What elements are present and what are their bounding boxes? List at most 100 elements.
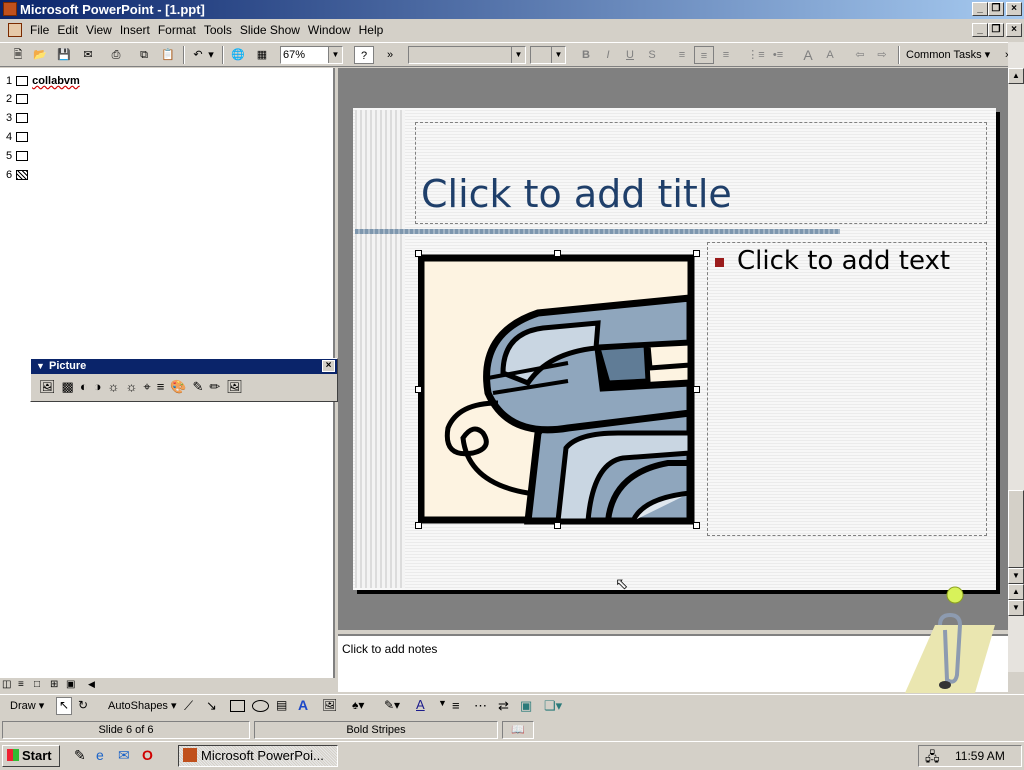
italic-icon[interactable]: I [598,46,618,64]
menu-window[interactable]: Window [304,20,355,41]
less-brightness-icon[interactable]: ☼ [125,379,143,394]
format-picture-icon[interactable]: ✎ [192,379,209,394]
menu-tools[interactable]: Tools [200,20,236,41]
previous-slide-icon[interactable]: ▲ [1008,584,1024,600]
decrease-font-icon[interactable]: A [820,46,840,64]
arrow-style-icon[interactable]: ⇄ [498,698,509,714]
draw-menu-button[interactable]: Draw ▾ [10,699,44,712]
numbering-icon[interactable]: ⋮≡ [746,46,766,64]
more-contrast-icon[interactable]: ◐ [80,379,94,394]
undo-icon[interactable]: ↶ [188,46,208,64]
crop-icon[interactable]: ⌖ [143,379,156,394]
toolbar-menu-icon[interactable]: ▼ [36,359,45,374]
reset-picture-icon[interactable]: 🖼 [226,379,249,394]
center-icon[interactable]: ≡ [694,46,714,64]
outline-view-icon[interactable]: ≡ [18,679,24,690]
resize-handle[interactable] [693,386,700,393]
notes-placeholder[interactable]: Click to add notes [342,642,437,656]
free-rotate-icon[interactable]: ↻ [78,698,88,712]
line-style-icon[interactable]: ≡ [157,379,171,394]
shadow-icon[interactable]: ▣ [520,698,532,714]
powerpoint-app-icon[interactable] [3,2,17,16]
copy-icon[interactable]: ⧉ [134,46,154,64]
font-color-icon[interactable]: A [416,697,425,712]
scroll-up-icon[interactable]: ▲ [1008,68,1024,84]
outline-row[interactable]: 6 [6,166,32,184]
more-brightness-icon[interactable]: ☼ [108,379,126,394]
align-right-icon[interactable]: ≡ [716,46,736,64]
slide-icon[interactable] [16,94,29,105]
text-placeholder[interactable] [707,242,987,536]
normal-view-icon[interactable]: ◫ [2,679,11,690]
resize-handle[interactable] [693,522,700,529]
next-slide-icon[interactable]: ▼ [1008,600,1024,616]
restore-button[interactable]: ❐ [988,2,1004,16]
hyperlink-icon[interactable]: 🌐 [228,46,248,64]
doc-close-button[interactable]: × [1006,23,1022,37]
document-icon[interactable] [8,23,22,37]
outline-row[interactable]: 4 [6,128,32,146]
slide-sorter-icon[interactable]: ⊞ [50,679,58,690]
fill-color-icon[interactable]: ♠▾ [352,698,364,712]
image-control-icon[interactable]: ▩ [62,379,80,394]
doc-minimize-button[interactable]: _ [972,23,988,37]
undo-dropdown-icon[interactable]: ▾ [206,46,216,64]
slide-icon[interactable] [16,76,29,87]
common-tasks-button[interactable]: Common Tasks ▾ [906,46,990,64]
show-desktop-icon[interactable]: ✎ [74,747,86,764]
rectangle-icon[interactable] [230,700,245,712]
email-icon[interactable]: ✉ [78,46,98,64]
open-icon[interactable]: 📂 [30,46,50,64]
outline-row[interactable]: 3 [6,109,32,127]
print-icon[interactable]: ⎙ [106,46,126,64]
more-buttons-icon[interactable]: » [384,46,396,64]
slide-view-icon[interactable]: □ [34,679,40,690]
slide-title[interactable]: collabvm [32,75,80,87]
clock[interactable]: 11:59 AM [955,749,1005,763]
help-icon[interactable]: ? [354,46,374,64]
menu-edit[interactable]: Edit [53,20,82,41]
arrow-icon[interactable]: ↘ [206,698,217,714]
increase-font-icon[interactable]: A [798,46,818,64]
paste-icon[interactable]: 📋 [158,46,178,64]
resize-handle[interactable] [554,522,561,529]
select-arrow-icon[interactable]: ↖ [56,697,72,715]
resize-handle[interactable] [554,250,561,257]
slide-icon[interactable] [16,151,29,162]
underline-icon[interactable]: U [620,46,640,64]
spelling-status-icon[interactable]: 📖 [502,721,534,739]
doc-restore-button[interactable]: ❐ [988,23,1004,37]
resize-handle[interactable] [415,386,422,393]
text-box-icon[interactable]: ▤ [276,698,287,712]
close-icon[interactable]: × [322,360,335,372]
internet-explorer-icon[interactable]: e [96,747,104,763]
scroll-thumb[interactable] [1008,490,1024,568]
align-left-icon[interactable]: ≡ [672,46,692,64]
shadow-icon[interactable]: S [642,46,662,64]
chevron-down-icon[interactable]: ▼ [511,47,525,63]
outline-row[interactable]: 5 [6,147,32,165]
text-placeholder-text[interactable]: Click to add text [737,246,950,276]
font-name-combo[interactable]: ▼ [408,46,526,64]
3d-icon[interactable]: ❏▾ [544,698,562,714]
close-button[interactable]: × [1006,2,1022,16]
recolor-icon[interactable]: 🎨 [170,379,192,394]
menu-insert[interactable]: Insert [116,20,154,41]
dash-style-icon[interactable]: ⋯ [474,698,487,714]
resize-handle[interactable] [693,250,700,257]
bold-icon[interactable]: B [576,46,596,64]
powerpoint-task-button[interactable]: Microsoft PowerPoi... [178,745,338,767]
chevron-down-icon[interactable]: ▼ [438,698,447,708]
insert-clipart-icon[interactable]: 🖼 [322,698,337,712]
scroll-left-icon[interactable]: ◀ [88,679,95,690]
outline-row[interactable]: 2 [6,90,32,108]
picture-toolbar[interactable]: ▼ Picture × 🖼▩◐◑☼☼⌖≡🎨✎✏🖼 [30,358,338,402]
insert-picture-icon[interactable]: 🖼 [39,379,62,394]
chevron-down-icon[interactable]: ▼ [551,47,565,63]
slide-icon[interactable] [16,132,29,143]
insert-table-icon[interactable]: ▦ [252,46,272,64]
bullets-icon[interactable]: •≡ [768,46,788,64]
start-button[interactable]: Start [2,745,60,767]
new-icon[interactable]: 🗎 [8,46,28,64]
menu-format[interactable]: Format [154,20,200,41]
